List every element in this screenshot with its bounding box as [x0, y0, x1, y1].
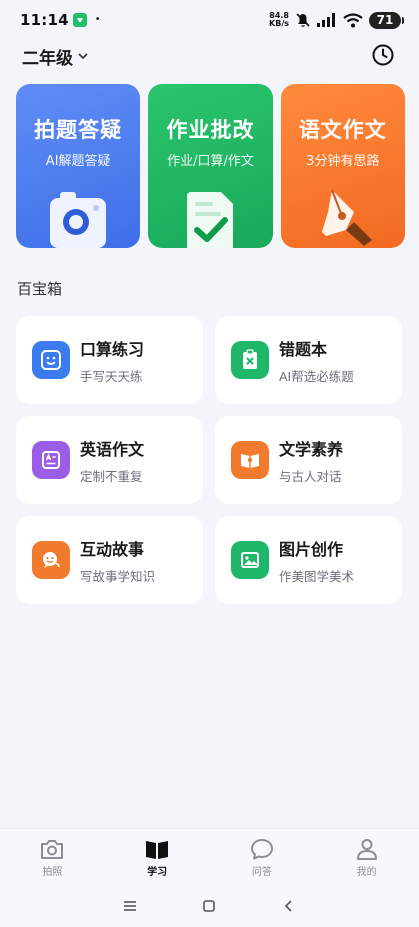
mute-bell-icon — [296, 13, 310, 27]
home-square-icon[interactable] — [197, 894, 221, 918]
checked-document-icon — [187, 192, 234, 248]
nav-tab-qa[interactable]: 问答 — [210, 829, 315, 884]
nav-tab-me[interactable]: 我的 — [314, 829, 419, 884]
tool-title: 口算练习 — [80, 339, 145, 359]
tool-subtitle: 手写天天练 — [80, 368, 143, 384]
clipboard-x-icon — [231, 341, 269, 379]
smile-calc-icon — [32, 341, 70, 379]
header: 二年级 — [0, 40, 419, 72]
menu-lines-icon[interactable] — [118, 894, 142, 918]
photo-qa-card[interactable]: 拍题答疑 AI解题答疑 — [16, 84, 141, 248]
app-notification-icon — [72, 13, 87, 27]
card-subtitle: 3分钟有思路 — [306, 154, 380, 169]
letter-a-doc-icon — [32, 441, 70, 479]
chat-bubbles-icon — [32, 541, 70, 579]
history-clock-icon[interactable] — [371, 43, 397, 69]
status-bar: 11:14 • 84.8 KB/s 71 — [0, 0, 419, 40]
person-icon — [356, 839, 377, 860]
tool-subtitle: 与古人对话 — [279, 468, 342, 484]
nav-label: 我的 — [356, 867, 377, 878]
nav-tab-photo[interactable]: 拍照 — [0, 829, 105, 884]
tool-interactive-story[interactable]: 互动故事 写故事学知识 — [16, 516, 203, 604]
tool-subtitle: 写故事学知识 — [80, 568, 156, 584]
card-subtitle: 作业/口算/作文 — [167, 154, 254, 169]
battery-indicator: 71 — [369, 11, 404, 29]
tool-title: 文学素养 — [279, 439, 344, 459]
status-indicators: 84.8 KB/s 71 — [269, 11, 404, 29]
tool-oral-calc[interactable]: 口算练习 手写天天练 — [16, 316, 203, 404]
tool-subtitle: 定制不重复 — [80, 468, 143, 484]
signal-icon — [317, 13, 335, 27]
tool-image-creation[interactable]: 图片创作 作美图学美术 — [215, 516, 402, 604]
card-subtitle: AI解题答疑 — [45, 154, 111, 169]
tool-grid: 口算练习 手写天天练 错题本 AI帮选必练题 英语作文 定制不重复 文学素养 与… — [16, 316, 402, 604]
homework-check-card[interactable]: 作业批改 作业/口算/作文 — [148, 84, 273, 248]
grade-label: 二年级 — [22, 48, 73, 69]
nav-label: 问答 — [251, 867, 272, 878]
fountain-pen-icon — [321, 189, 372, 246]
open-book-icon — [231, 441, 269, 479]
bottom-nav: 拍照 学习 问答 我的 — [0, 828, 419, 884]
tool-title: 错题本 — [279, 339, 328, 359]
notification-dot-icon: • — [94, 14, 101, 25]
network-speed-unit: KB/s — [269, 19, 289, 28]
camera-icon — [50, 192, 107, 248]
feature-cards: 拍题答疑 AI解题答疑 作业批改 作业/口算/作文 语文作文 3分钟有思路 — [16, 84, 405, 248]
tool-mistake-book[interactable]: 错题本 AI帮选必练题 — [215, 316, 402, 404]
nav-tab-study[interactable]: 学习 — [105, 829, 210, 884]
back-chevron-icon[interactable] — [277, 894, 301, 918]
system-nav-bar — [0, 884, 419, 927]
nav-label: 拍照 — [42, 867, 63, 878]
image-icon — [231, 541, 269, 579]
tool-title: 英语作文 — [80, 439, 145, 459]
camera-outline-icon — [41, 840, 64, 859]
section-title: 百宝箱 — [17, 280, 63, 298]
book-icon — [146, 841, 169, 859]
chevron-down-icon — [78, 53, 88, 60]
card-title: 作业批改 — [166, 117, 255, 142]
tool-subtitle: 作美图学美术 — [279, 568, 355, 584]
tool-subtitle: AI帮选必练题 — [279, 368, 354, 384]
tool-english-writing[interactable]: 英语作文 定制不重复 — [16, 416, 203, 504]
tool-literature[interactable]: 文学素养 与古人对话 — [215, 416, 402, 504]
card-title: 语文作文 — [298, 117, 387, 142]
wifi-icon — [343, 12, 363, 27]
card-title: 拍题答疑 — [34, 117, 123, 142]
status-time: 11:14 — [20, 11, 69, 29]
chinese-composition-card[interactable]: 语文作文 3分钟有思路 — [280, 84, 405, 248]
tool-title: 互动故事 — [80, 539, 145, 559]
nav-label: 学习 — [147, 867, 168, 878]
chat-outline-icon — [250, 839, 273, 860]
network-speed: 84.8 KB/s — [269, 12, 289, 28]
grade-selector[interactable]: 二年级 — [22, 44, 89, 69]
tool-title: 图片创作 — [279, 539, 344, 559]
